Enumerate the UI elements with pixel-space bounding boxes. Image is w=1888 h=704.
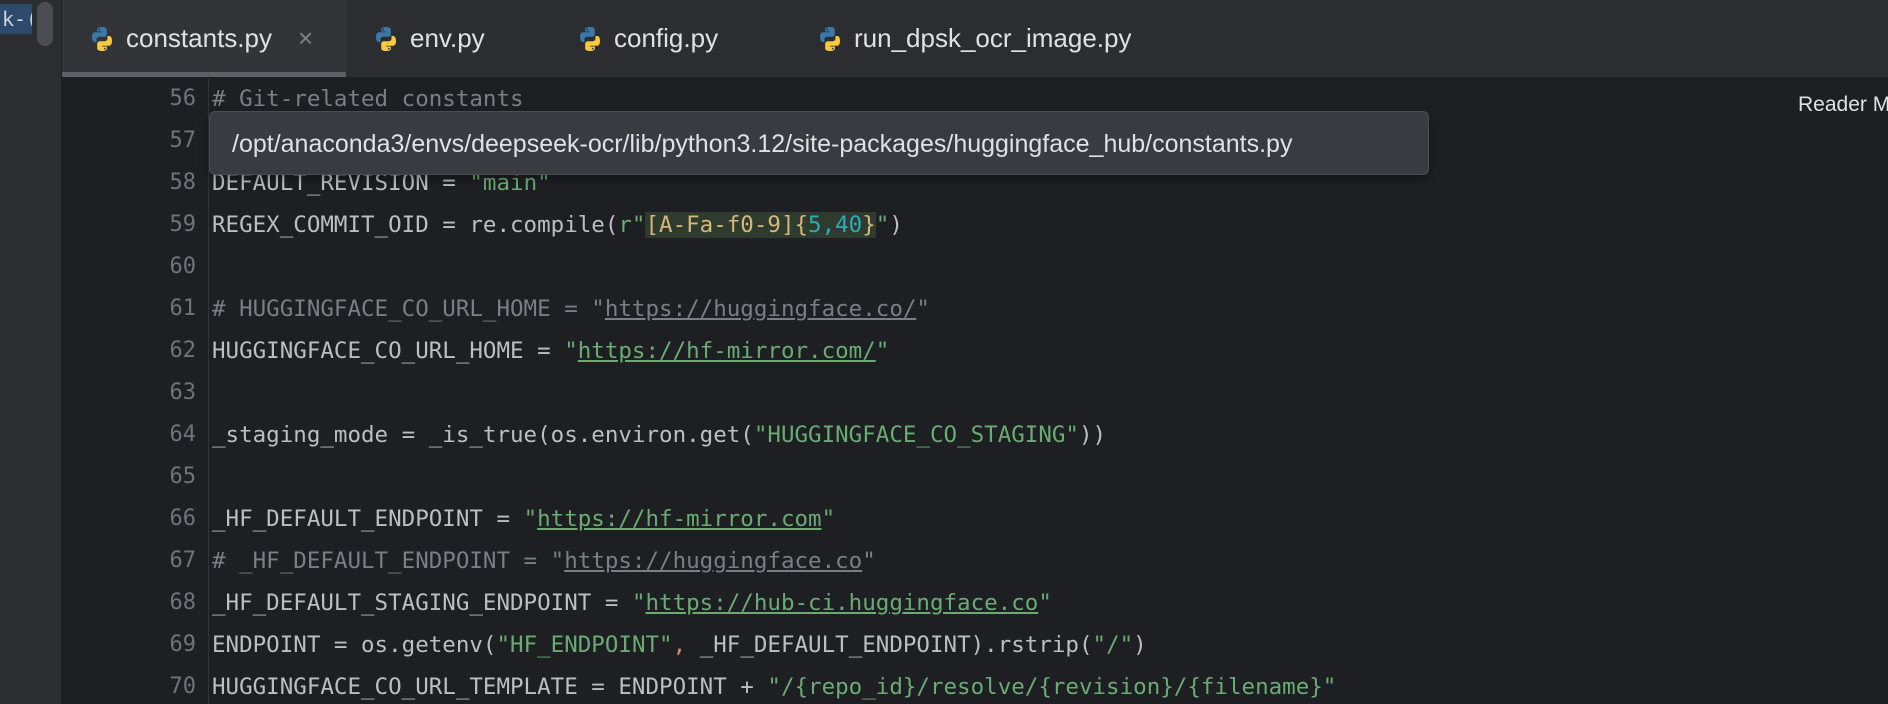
python-file-icon [376, 26, 396, 51]
regex-number: 5 [808, 212, 822, 238]
python-file-icon [820, 26, 840, 51]
code-text: HUGGINGFACE_CO_URL_HOME = [212, 338, 565, 364]
regex-class: [A-Fa-f0-9] [645, 212, 795, 238]
line-number: 66 [169, 506, 197, 531]
python-file-icon [92, 26, 112, 51]
tab-env-py[interactable]: env.py [372, 0, 485, 77]
code-text: REGEX_COMMIT_OID = re.compile( [212, 212, 619, 238]
close-icon[interactable]: × [298, 23, 313, 54]
code-text: _HF_DEFAULT_STAGING_ENDPOINT = [212, 590, 632, 616]
left-panel-scrollbar[interactable] [37, 2, 53, 46]
string-quote: " [875, 338, 890, 364]
code-text: HUGGINGFACE_CO_URL_TEMPLATE = ENDPOINT + [212, 674, 768, 700]
left-panel-peek-text: k-( [0, 4, 32, 34]
comma-separator: , [672, 632, 700, 658]
string-quote: " [631, 590, 646, 616]
code-line-69: ENDPOINT = os.getenv("HF_ENDPOINT", _HF_… [212, 624, 1147, 666]
line-number: 64 [169, 422, 197, 447]
string-literal: "HUGGINGFACE_CO_STAGING" [753, 422, 1079, 448]
regex-brace-open: { [794, 212, 809, 238]
line-number: 69 [169, 632, 197, 657]
line-number: 60 [169, 254, 197, 279]
code-text: )) [1078, 422, 1107, 448]
line-number: 67 [169, 548, 197, 573]
tab-config-py[interactable]: config.py [576, 0, 718, 77]
line-number: 68 [169, 590, 197, 615]
code-text: ) [889, 212, 903, 238]
code-line-59: REGEX_COMMIT_OID = re.compile(r"[A-Fa-f0… [212, 204, 903, 246]
url-link[interactable]: https://huggingface.co/ [605, 296, 917, 322]
line-number: 59 [169, 212, 197, 237]
string-literal: "/" [1092, 632, 1134, 658]
code-text: _HF_DEFAULT_ENDPOINT = [212, 506, 524, 532]
code-text: _staging_mode = _is_true(os.environ.get( [212, 422, 754, 448]
string-quote: " [821, 506, 836, 532]
line-number: 62 [169, 338, 197, 363]
code-line-62: HUGGINGFACE_CO_URL_HOME = "https://hf-mi… [212, 330, 889, 372]
string-literal: "/{repo_id}/resolve/{revision}/{filename… [767, 674, 1337, 700]
string-literal: "HF_ENDPOINT" [496, 632, 673, 658]
string-quote: " [564, 338, 578, 364]
tab-label: env.py [410, 23, 485, 53]
line-number: 63 [169, 380, 197, 405]
tab-label: run_dpsk_ocr_image.py [854, 23, 1132, 53]
comment: " [862, 548, 876, 574]
line-number: 61 [169, 296, 197, 321]
ide-window: k-( constants.py × env.py config.py [0, 0, 1888, 704]
reader-mode-button[interactable]: Reader M [1798, 88, 1888, 122]
url-link[interactable]: https://hf-mirror.com/ [578, 338, 876, 364]
regex-brace-close: } [862, 212, 876, 238]
tab-run-dpsk-ocr-image-py[interactable]: run_dpsk_ocr_image.py [816, 0, 1132, 77]
line-number: 57 [169, 128, 197, 153]
line-number: 70 [169, 674, 197, 699]
comment: # _HF_DEFAULT_ENDPOINT = " [212, 548, 565, 574]
comment: # Git-related constants [212, 86, 524, 112]
string-quote: " [523, 506, 538, 532]
string-prefix: r" [618, 212, 646, 238]
python-file-icon [580, 26, 600, 51]
regex-comma: , [821, 212, 836, 238]
string-quote: " [1038, 590, 1052, 616]
tab-label: constants.py [126, 23, 272, 53]
code-text: ) [1133, 632, 1147, 658]
comment: # HUGGINGFACE_CO_URL_HOME = " [212, 296, 605, 322]
tab-constants-py[interactable]: constants.py × [62, 0, 346, 77]
code-line-61: # HUGGINGFACE_CO_URL_HOME = "https://hug… [212, 288, 930, 330]
code-text: _HF_DEFAULT_ENDPOINT).rstrip( [699, 632, 1093, 658]
comment: " [916, 296, 930, 322]
code-line-68: _HF_DEFAULT_STAGING_ENDPOINT = "https://… [212, 582, 1052, 624]
code-line-66: _HF_DEFAULT_ENDPOINT = "https://hf-mirro… [212, 498, 835, 540]
line-number: 65 [169, 464, 197, 489]
code-line-70: HUGGINGFACE_CO_URL_TEMPLATE = ENDPOINT +… [212, 666, 1336, 704]
code-text: ENDPOINT = os.getenv( [212, 632, 497, 658]
url-link[interactable]: https://hf-mirror.com [537, 506, 821, 532]
line-number: 58 [169, 170, 197, 195]
left-panel-edge: k-( [0, 0, 62, 704]
string-end: " [875, 212, 890, 238]
editor-tab-bar: constants.py × env.py config.py run_dpsk… [62, 0, 1888, 78]
tab-label: config.py [614, 23, 719, 53]
file-path-tooltip: /opt/anaconda3/envs/deepseek-ocr/lib/pyt… [209, 111, 1429, 175]
code-line-64: _staging_mode = _is_true(os.environ.get(… [212, 414, 1106, 456]
code-line-67: # _HF_DEFAULT_ENDPOINT = "https://huggin… [212, 540, 876, 582]
regex-number: 40 [835, 212, 863, 238]
line-number-gutter: 56 57 58 59 60 61 62 63 64 65 66 67 68 6… [62, 78, 209, 704]
line-number: 56 [169, 86, 197, 111]
url-link[interactable]: https://hub-ci.huggingface.co [645, 590, 1038, 616]
url-link[interactable]: https://huggingface.co [564, 548, 862, 574]
